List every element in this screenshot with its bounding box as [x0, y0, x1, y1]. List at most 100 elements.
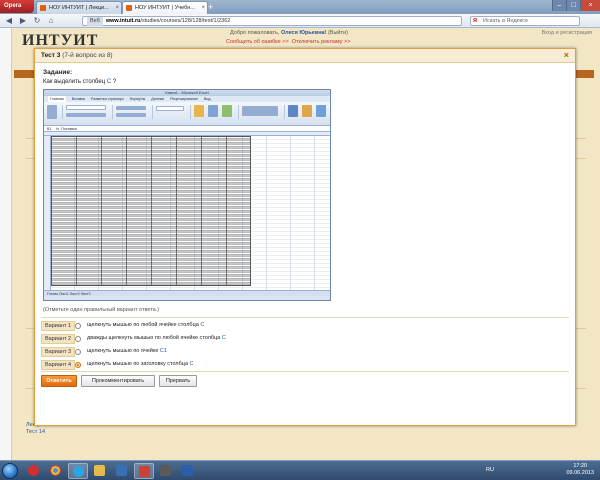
maximize-icon[interactable]: □	[566, 0, 580, 11]
language-indicator[interactable]: RU	[486, 467, 494, 473]
option-body: щелкнуть мышью по заголовку столбца	[87, 361, 189, 367]
option-body: щелкнуть мышью по ячейке	[87, 348, 159, 354]
table-text-lines	[52, 137, 250, 285]
windows-taskbar: RU 17:20 09.06.2013	[0, 460, 600, 480]
option-label: Вариант 1	[41, 321, 76, 331]
taskbar-browser-icon[interactable]	[134, 463, 154, 479]
cells-group-icon	[242, 106, 278, 116]
data-table	[51, 136, 251, 286]
taskbar-skype-icon[interactable]	[68, 463, 88, 479]
answer-option-2[interactable]: Вариант 2 дважды щелкнуть мышью по любой…	[41, 334, 241, 344]
reload-icon[interactable]: ↻	[32, 16, 42, 26]
option-label: Вариант 2	[41, 334, 76, 344]
opera-sidebar	[0, 28, 12, 460]
back-icon[interactable]: ◀	[4, 16, 14, 26]
question-text: Как выделить столбец C ?	[43, 79, 116, 85]
taskbar-app-icon[interactable]	[156, 463, 176, 479]
taskbar-opera-icon[interactable]	[24, 463, 44, 479]
new-tab-button[interactable]: +	[208, 2, 218, 13]
minimize-icon[interactable]: –	[552, 0, 566, 11]
taskbar-explorer-icon[interactable]	[90, 463, 110, 479]
report-error-link[interactable]: Сообщить об ошибке >>	[226, 39, 289, 45]
ribbon-separator	[190, 105, 191, 119]
user-name[interactable]: Олеся Юрьевна!	[281, 30, 326, 36]
find-icon	[316, 105, 326, 117]
cond-format-icon	[194, 105, 204, 117]
excel-grid: Готово Лист1 Лист2 Лист3	[44, 132, 330, 296]
font-style-icon	[66, 113, 106, 117]
sort-icon	[302, 105, 312, 117]
logout-link[interactable]: (Выйти)	[328, 30, 348, 36]
name-box: B1	[47, 127, 52, 131]
excel-ribbon	[44, 102, 330, 126]
answer-option-3[interactable]: Вариант 3 щелкнуть мышью по ячейке C1	[41, 347, 241, 357]
row-headers	[44, 136, 51, 296]
option-cell: C1	[159, 348, 167, 354]
tab-lecture[interactable]: НОУ ИНТУИТ | Лекци... ×	[36, 1, 122, 14]
intuit-favicon-icon	[40, 5, 46, 11]
divider	[41, 371, 569, 372]
option-text: дважды щелкнуть мышью по любой ячейке ст…	[87, 335, 226, 341]
taskbar-word-icon[interactable]	[178, 463, 198, 479]
right-header-link[interactable]: Вход и регистрация	[542, 30, 592, 36]
opera-menu-button[interactable]: Opera	[0, 0, 34, 13]
question-body: Как выделить столбец	[43, 79, 106, 85]
ribbon-separator	[238, 105, 239, 119]
formula-text: Поставка	[61, 127, 77, 131]
clock-time: 17:20	[573, 463, 588, 469]
option-4-radio[interactable]	[75, 362, 81, 368]
format-table-icon	[208, 105, 218, 117]
test-title: Тест 3	[41, 52, 61, 59]
window-controls: – □ ×	[552, 0, 600, 12]
align-icon	[116, 106, 146, 110]
excel-status-bar: Готово Лист1 Лист2 Лист3	[44, 290, 330, 296]
ribbon-separator	[284, 105, 285, 119]
divider	[41, 317, 569, 318]
start-button[interactable]	[2, 463, 18, 479]
home-icon[interactable]: ⌂	[46, 16, 56, 26]
number-format-icon	[156, 106, 184, 111]
forward-icon[interactable]: ▶	[18, 16, 28, 26]
align-icon	[116, 113, 146, 117]
url-path: /studies/courses/128/128/test/1/2362	[140, 18, 231, 24]
intuit-favicon-icon	[126, 5, 132, 11]
option-body: щелкнуть мышью по любой ячейке столбца	[87, 322, 199, 328]
search-input[interactable]: Я Искать в Яндексе	[470, 16, 580, 26]
option-2-radio[interactable]	[75, 336, 81, 342]
url-domain: www.intuit.ru	[105, 18, 141, 24]
answer-button[interactable]: Ответить	[41, 375, 77, 387]
option-3-radio[interactable]	[75, 349, 81, 355]
option-label: Вариант 3	[41, 347, 76, 357]
comment-button[interactable]: Прокомментировать	[81, 375, 155, 387]
skip-button[interactable]: Прервать	[159, 375, 197, 387]
option-1-radio[interactable]	[75, 323, 81, 329]
url-badge: Веб	[87, 17, 103, 26]
taskbar-chrome-icon[interactable]	[46, 463, 66, 479]
search-placeholder: Искать в Яндексе	[483, 18, 529, 24]
answer-hint: (Отметьте один правильный вариант ответа…	[43, 307, 160, 313]
question-suffix: ?	[112, 79, 117, 85]
option-cell: C	[189, 361, 194, 367]
clock[interactable]: 17:20 09.06.2013	[566, 463, 594, 479]
answer-option-4[interactable]: Вариант 4 щелкнуть мышью по заголовку ст…	[41, 360, 241, 370]
taskbar-media-icon[interactable]	[112, 463, 132, 479]
tab-study[interactable]: НОУ ИНТУИТ | Учебн... ×	[122, 1, 208, 14]
address-bar[interactable]: Веб www.intuit.ru/studies/courses/128/128…	[82, 16, 462, 26]
sidebar-link-test[interactable]: Тест 14	[26, 429, 52, 436]
close-tab-icon[interactable]: ×	[115, 2, 119, 14]
disable-ads-link[interactable]: Отключить рекламу >>	[292, 39, 351, 45]
close-dialog-icon[interactable]: ×	[564, 50, 569, 60]
option-body: дважды щелкнуть мышью по любой ячейке ст…	[87, 335, 221, 341]
option-cell: C	[221, 335, 226, 341]
browser-window: Opera НОУ ИНТУИТ | Лекци... × НОУ ИНТУИТ…	[0, 0, 600, 460]
close-window-icon[interactable]: ×	[580, 0, 600, 11]
close-tab-icon[interactable]: ×	[201, 2, 205, 14]
tab-label: НОУ ИНТУИТ | Лекци...	[49, 5, 109, 11]
tab-bar: Opera НОУ ИНТУИТ | Лекци... × НОУ ИНТУИТ…	[0, 0, 600, 14]
ribbon-separator	[112, 105, 113, 119]
answer-option-1[interactable]: Вариант 1 щелкнуть мышью по любой ячейке…	[41, 321, 241, 331]
excel-screenshot: Книга1 - Microsoft Excel Главная Вставка…	[43, 89, 331, 301]
font-box-icon	[66, 105, 106, 110]
option-label: Вариант 4	[41, 360, 76, 370]
option-text: щелкнуть мышью по заголовку столбца C	[87, 361, 194, 367]
